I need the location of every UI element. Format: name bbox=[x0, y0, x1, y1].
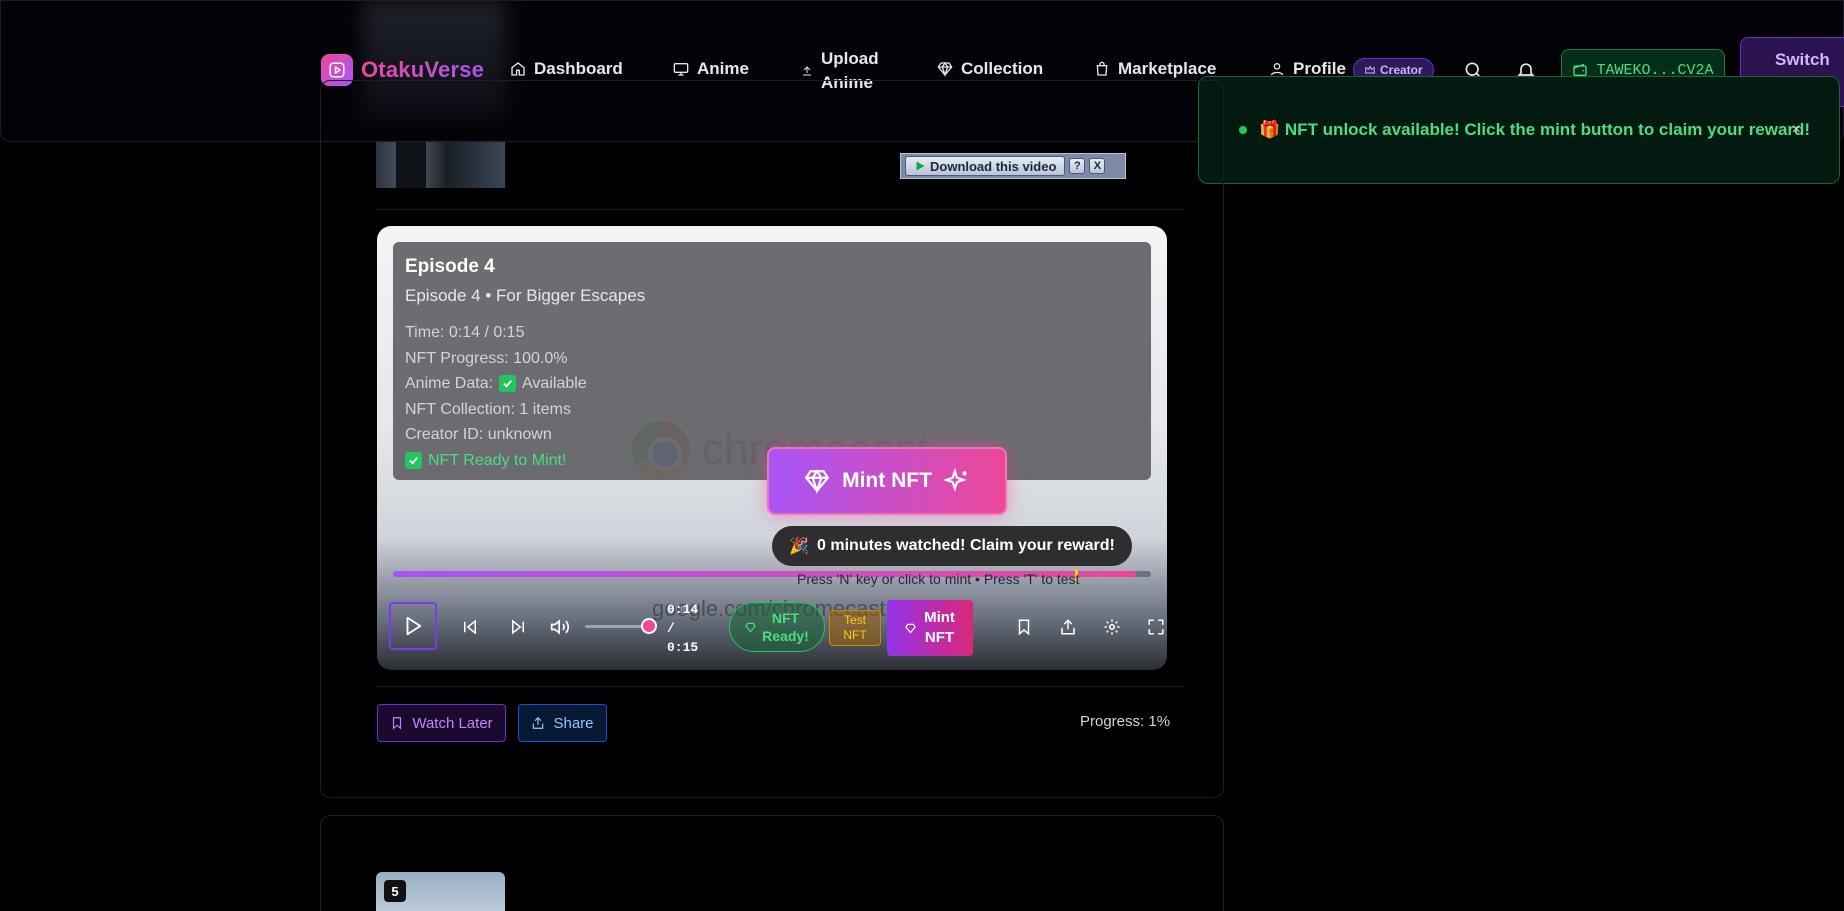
watch-progress-text: Progress: 1% bbox=[1080, 713, 1171, 730]
info-creator-id: Creator ID: unknown bbox=[405, 426, 552, 444]
volume-slider-handle[interactable] bbox=[640, 618, 657, 634]
watch-later-button[interactable]: Watch Later bbox=[377, 704, 506, 742]
skip-back-icon bbox=[464, 619, 476, 635]
test-nft-button[interactable]: Test NFT bbox=[829, 610, 881, 646]
monitor-icon bbox=[673, 63, 689, 76]
share-player-button[interactable] bbox=[1049, 608, 1087, 646]
download-close-button[interactable]: X bbox=[1089, 158, 1106, 174]
previous-button[interactable] bbox=[451, 608, 489, 646]
nav-collection-label: Collection bbox=[961, 59, 1044, 78]
status-dot bbox=[1239, 126, 1247, 134]
share-label: Share bbox=[553, 714, 594, 732]
episode-title: Episode 4 bbox=[405, 256, 495, 277]
info-anime-data: Anime Data: Available bbox=[405, 375, 587, 393]
checkmark-icon bbox=[499, 375, 517, 393]
switch-label: Switch bbox=[1775, 50, 1830, 69]
nft-ready-badge[interactable]: NFT Ready! bbox=[729, 602, 825, 652]
nav-upload-label-1: Upload bbox=[821, 49, 879, 68]
gem-icon bbox=[745, 622, 756, 633]
sparkles-icon bbox=[943, 468, 967, 493]
watch-later-label: Watch Later bbox=[412, 714, 493, 732]
user-icon bbox=[1271, 62, 1283, 76]
home-icon bbox=[511, 62, 525, 76]
time-separator: / bbox=[667, 621, 675, 636]
share-icon bbox=[533, 716, 544, 729]
info-nft-progress: NFT Progress: 100.0% bbox=[405, 349, 568, 367]
bookmark-icon bbox=[393, 717, 402, 730]
episode-5-thumbnail[interactable]: 5 bbox=[376, 872, 505, 911]
nav-dashboard[interactable]: Dashboard bbox=[510, 59, 623, 79]
crown-icon bbox=[1364, 65, 1376, 74]
debug-info-overlay: Episode 4 Episode 4 • For Bigger Escapes… bbox=[393, 242, 1151, 480]
nav-dashboard-label: Dashboard bbox=[534, 59, 623, 78]
divider bbox=[375, 686, 1183, 687]
fullscreen-icon bbox=[1148, 619, 1164, 635]
gem-icon bbox=[804, 469, 830, 494]
skip-forward-icon bbox=[512, 619, 524, 635]
player-controls: 0:14 / 0:15 NFT Ready! Test NFT Mint NFT bbox=[389, 600, 1164, 657]
nav-marketplace[interactable]: Marketplace bbox=[1094, 59, 1216, 79]
info-time: Time: 0:14 / 0:15 bbox=[405, 324, 525, 341]
creator-badge-label: Creator bbox=[1380, 63, 1423, 77]
download-toolbar: Download this video ? X bbox=[900, 153, 1126, 179]
checkmark-icon bbox=[405, 452, 422, 470]
time-current: 0:14 bbox=[667, 602, 699, 617]
nft-unlock-toast: 🎁 NFT unlock available! Click the mint b… bbox=[1198, 76, 1840, 184]
upload-icon bbox=[803, 66, 811, 76]
gem-icon bbox=[905, 623, 916, 634]
mint-nft-label: Mint NFT bbox=[842, 469, 932, 492]
episode-number-badge: 5 bbox=[384, 880, 406, 902]
video-player[interactable]: chromecast google.com/chromecast Episode… bbox=[377, 226, 1167, 670]
shopping-bag-icon bbox=[1096, 61, 1108, 76]
info-nft-collection: NFT Collection: 1 items bbox=[405, 400, 571, 418]
share-icon bbox=[1061, 619, 1075, 635]
download-video-button[interactable]: Download this video bbox=[905, 156, 1066, 176]
bookmark-button[interactable] bbox=[1005, 608, 1043, 646]
toast-message: 🎁 NFT unlock available! Click the mint b… bbox=[1259, 120, 1811, 139]
gear-icon bbox=[1104, 619, 1120, 635]
nav-marketplace-label: Marketplace bbox=[1118, 59, 1217, 78]
keyboard-hint: Press 'N' key or click to mint • Press '… bbox=[797, 571, 1080, 587]
divider bbox=[375, 209, 1183, 210]
volume-button[interactable] bbox=[541, 608, 579, 646]
bookmark-icon bbox=[1018, 619, 1030, 636]
volume-icon bbox=[550, 619, 570, 635]
play-triangle-icon bbox=[916, 161, 925, 171]
nav-anime[interactable]: Anime bbox=[673, 59, 749, 79]
settings-button[interactable] bbox=[1093, 608, 1131, 646]
time-total: 0:15 bbox=[667, 640, 699, 655]
claim-reward-banner: 🎉 0 minutes watched! Claim your reward! bbox=[772, 526, 1132, 566]
time-display: 0:14 / 0:15 bbox=[667, 600, 698, 657]
next-button[interactable] bbox=[499, 608, 537, 646]
mint-nft-overlay-button[interactable]: Mint NFT bbox=[767, 447, 1007, 515]
play-icon bbox=[406, 616, 422, 636]
fullscreen-button[interactable] bbox=[1137, 608, 1167, 646]
play-button[interactable] bbox=[389, 602, 437, 650]
nav-collection[interactable]: Collection bbox=[937, 59, 1043, 79]
mint-nft-button[interactable]: Mint NFT bbox=[887, 600, 973, 656]
download-label: Download this video bbox=[930, 158, 1057, 174]
close-icon[interactable]: × bbox=[1792, 121, 1801, 139]
episode-subtitle: Episode 4 • For Bigger Escapes bbox=[405, 286, 646, 305]
download-help-button[interactable]: ? bbox=[1069, 158, 1086, 174]
gem-icon bbox=[937, 61, 953, 77]
share-button[interactable]: Share bbox=[518, 704, 607, 742]
nav-anime-label: Anime bbox=[697, 59, 749, 78]
